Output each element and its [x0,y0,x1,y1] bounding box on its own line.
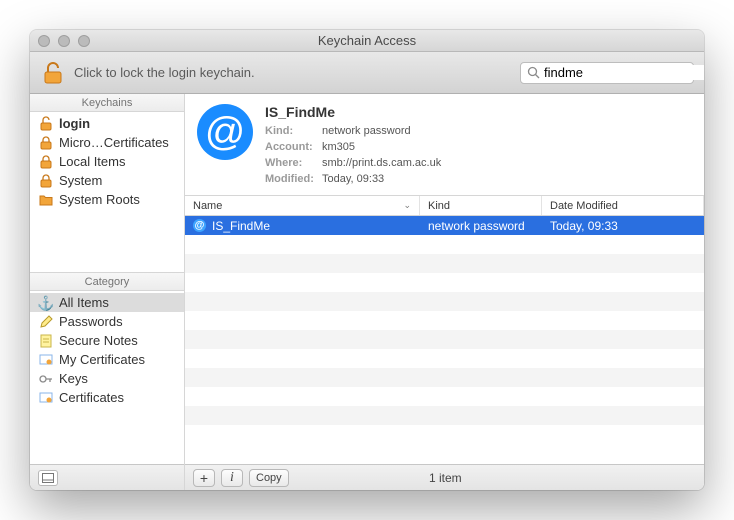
table-header: Name⌄ Kind Date Modified [185,196,704,216]
category-item-label: Keys [59,371,88,386]
category-item[interactable]: My Certificates [30,350,184,369]
keychain-item[interactable]: System [30,171,184,190]
category-item-label: All Items [59,295,109,310]
lock-keychain-icon[interactable] [40,60,66,86]
at-sign-icon: @ [197,104,253,160]
item-count: 1 item [195,471,696,485]
toolbar: Click to lock the login keychain. ✕ [30,52,704,94]
keychain-item-label: login [59,116,90,131]
anchor-icon: ⚓ [38,295,54,311]
detail-row: Kind:network password [265,123,441,139]
search-field[interactable]: ✕ [520,62,694,84]
keychain-item-label: System [59,173,102,188]
category-item-label: Certificates [59,390,124,405]
sort-caret-icon: ⌄ [403,200,411,211]
keychain-access-window: Keychain Access Click to lock the login … [30,30,704,490]
detail-row: Modified:Today, 09:33 [265,171,441,187]
table-body: @IS_FindMenetwork passwordToday, 09:33 [185,216,704,464]
keychain-item[interactable]: Local Items [30,152,184,171]
sidebar-footer [30,464,184,490]
keychain-item[interactable]: login [30,114,184,133]
cert-icon [38,390,54,406]
note-icon [38,333,54,349]
table-row[interactable]: @IS_FindMenetwork passwordToday, 09:33 [185,216,704,235]
detail-row: Where:smb://print.ds.cam.ac.uk [265,155,441,171]
search-input[interactable] [540,65,704,80]
keychain-item-label: Micro…Certificates [59,135,169,150]
category-header: Category [30,273,184,291]
column-kind[interactable]: Kind [420,196,542,215]
key-icon [38,371,54,387]
padlock-icon [38,135,54,151]
at-sign-icon: @ [193,219,206,232]
category-item[interactable]: Certificates [30,388,184,407]
column-name[interactable]: Name⌄ [185,196,420,215]
keychain-item-label: Local Items [59,154,125,169]
sidebar: Keychains login Micro…Certificates Local I… [30,94,185,490]
detail-pane: @ IS_FindMe Kind:network passwordAccount… [185,94,704,196]
keychain-item[interactable]: System Roots [30,190,184,209]
titlebar: Keychain Access [30,30,704,52]
padlock-icon [38,173,54,189]
window-title: Keychain Access [30,33,704,48]
category-item[interactable]: Keys [30,369,184,388]
category-item-label: My Certificates [59,352,145,367]
padlock-open-icon [38,116,54,132]
svg-text:⚓: ⚓ [38,295,54,311]
search-icon [527,66,540,79]
category-item[interactable]: Secure Notes [30,331,184,350]
view-toggle-icon[interactable] [38,470,58,486]
padlock-icon [38,154,54,170]
detail-title: IS_FindMe [265,104,441,120]
column-date[interactable]: Date Modified [542,196,704,215]
lock-keychain-text: Click to lock the login keychain. [74,65,255,80]
footer: + i Copy 1 item [185,464,704,490]
cert-icon [38,352,54,368]
keychain-item-label: System Roots [59,192,140,207]
pen-icon [38,314,54,330]
folder-icon [38,192,54,208]
keychain-item[interactable]: Micro…Certificates [30,133,184,152]
detail-row: Account:km305 [265,139,441,155]
main-pane: @ IS_FindMe Kind:network passwordAccount… [185,94,704,490]
keychains-header: Keychains [30,94,184,112]
category-item[interactable]: ⚓ All Items [30,293,184,312]
category-item-label: Passwords [59,314,123,329]
category-item-label: Secure Notes [59,333,138,348]
category-item[interactable]: Passwords [30,312,184,331]
